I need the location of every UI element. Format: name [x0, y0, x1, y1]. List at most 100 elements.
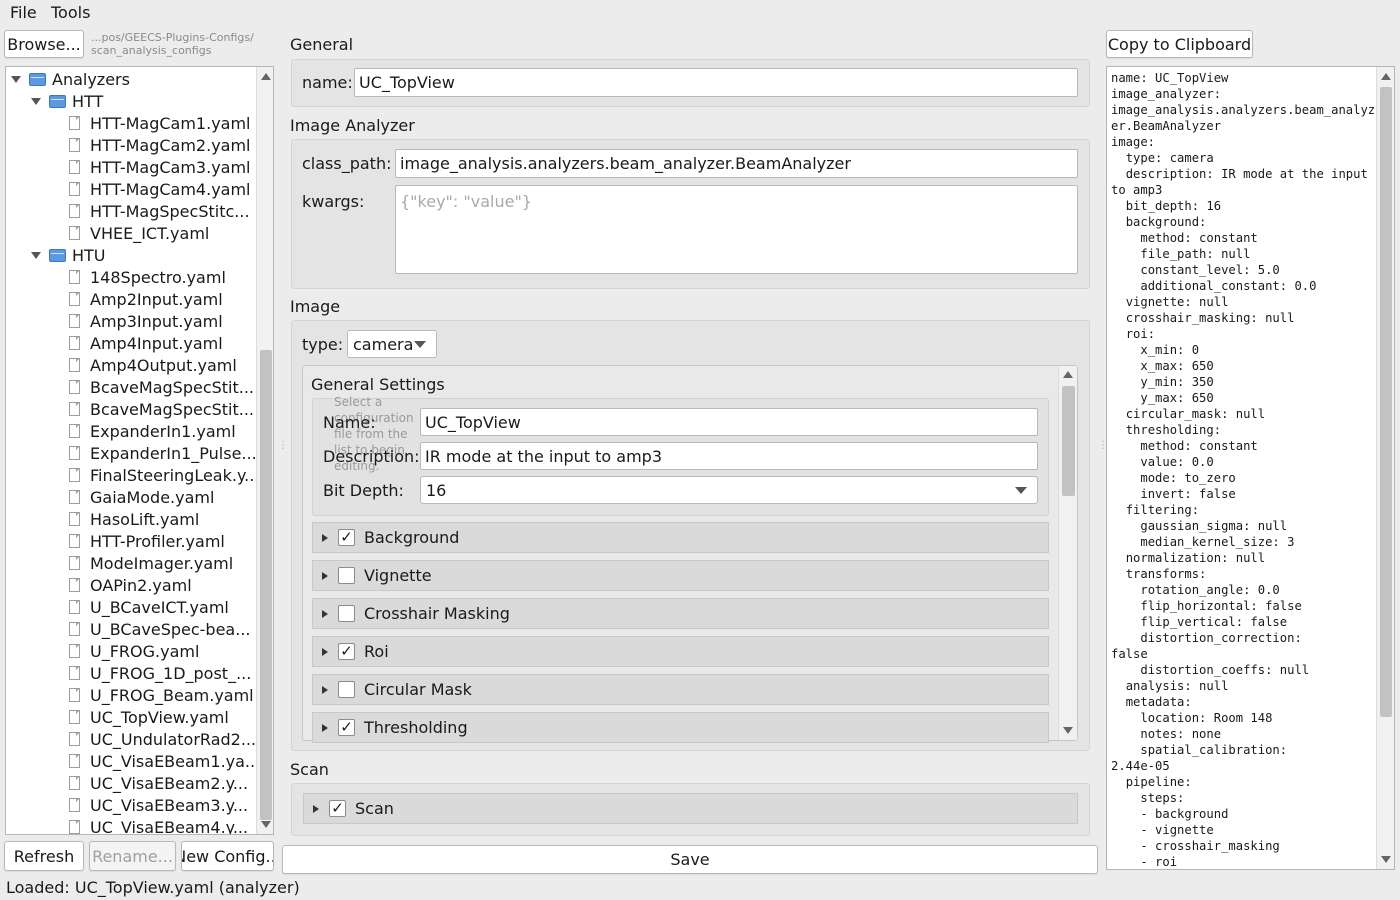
- scroll-up-icon[interactable]: [1063, 371, 1073, 378]
- expand-icon[interactable]: [322, 533, 328, 542]
- refresh-button[interactable]: Refresh: [4, 841, 84, 871]
- tree-file-item[interactable]: HTT-MagSpecStitc...: [69, 200, 250, 222]
- section-checkbox[interactable]: ✓: [338, 529, 355, 546]
- tree-file-item[interactable]: GaiaMode.yaml: [69, 486, 214, 508]
- tree-folder[interactable]: HTT: [31, 90, 103, 112]
- section-thresholding[interactable]: ✓ Thresholding: [312, 712, 1049, 743]
- menu-file[interactable]: File: [10, 3, 37, 22]
- section-roi[interactable]: ✓ Roi: [312, 636, 1049, 667]
- section-background[interactable]: ✓ Background: [312, 522, 1049, 553]
- browse-button[interactable]: Browse...: [4, 30, 84, 58]
- save-button[interactable]: Save: [282, 845, 1098, 874]
- config-tree[interactable]: Analyzers HTT HTT-MagCam1.yaml HTT-MagCam2.…: [5, 66, 274, 835]
- tree-file-item[interactable]: UC_VisaEBeam3.y...: [69, 794, 248, 816]
- scroll-thumb[interactable]: [1062, 386, 1075, 496]
- tree-item-label: UC_VisaEBeam2.y...: [90, 773, 249, 793]
- tree-file-item[interactable]: VHEE_ICT.yaml: [69, 222, 209, 244]
- tree-file-item[interactable]: ModeImager.yaml: [69, 552, 233, 574]
- expand-icon[interactable]: [322, 685, 328, 694]
- chevron-down-icon: [1015, 487, 1027, 494]
- name-input[interactable]: UC_TopView: [354, 68, 1078, 97]
- tree-item-label: UC_VisaEBeam3.y...: [90, 795, 249, 815]
- tree-file-item[interactable]: UC_VisaEBeam2.y...: [69, 772, 248, 794]
- expand-icon[interactable]: [313, 804, 319, 813]
- tree-folder[interactable]: HTU: [31, 244, 106, 266]
- yaml-scrollbar[interactable]: [1376, 67, 1394, 869]
- tree-root[interactable]: Analyzers: [11, 68, 130, 90]
- expand-icon[interactable]: [322, 609, 328, 618]
- tree-file-item[interactable]: Amp4Output.yaml: [69, 354, 237, 376]
- new-config-button[interactable]: New Config...: [181, 841, 274, 871]
- file-icon: [69, 556, 80, 570]
- tree-file-item[interactable]: U_BCaveICT.yaml: [69, 596, 229, 618]
- tree-file-item[interactable]: UC_TopView.yaml: [69, 706, 229, 728]
- scroll-down-icon[interactable]: [1380, 856, 1391, 863]
- tree-file-item[interactable]: UC_UndulatorRad2...: [69, 728, 256, 750]
- tree-file-item[interactable]: OAPin2.yaml: [69, 574, 192, 596]
- expand-arrow-icon[interactable]: [11, 75, 21, 83]
- expand-arrow-icon[interactable]: [31, 97, 41, 105]
- section-checkbox[interactable]: ✓: [338, 719, 355, 736]
- tree-file-item[interactable]: UC_VisaEBeam4.y...: [69, 816, 248, 834]
- tree-file-item[interactable]: ExpanderIn1.yaml: [69, 420, 236, 442]
- folder-icon: [29, 72, 46, 86]
- copy-to-clipboard-button[interactable]: Copy to Clipboard: [1106, 30, 1253, 58]
- scan-section[interactable]: ✓ Scan: [303, 793, 1078, 824]
- section-vignette[interactable]: Vignette: [312, 560, 1049, 591]
- tree-file-item[interactable]: U_FROG.yaml: [69, 640, 199, 662]
- settings-name-input[interactable]: UC_TopView: [420, 408, 1038, 436]
- tree-file-item[interactable]: HTT-MagCam1.yaml: [69, 112, 251, 134]
- description-input[interactable]: IR mode at the input to amp3: [420, 442, 1038, 470]
- tree-file-item[interactable]: U_FROG_1D_post_...: [69, 662, 251, 684]
- file-icon: [69, 688, 80, 702]
- tree-item-label: HTU: [72, 245, 106, 265]
- scroll-up-icon[interactable]: [260, 73, 271, 80]
- scroll-up-icon[interactable]: [1380, 73, 1391, 80]
- tree-file-item[interactable]: ExpanderIn1_Pulse...: [69, 442, 257, 464]
- yaml-preview[interactable]: name: UC_TopView image_analyzer: image_a…: [1106, 66, 1395, 870]
- expand-arrow-icon[interactable]: [31, 251, 41, 259]
- expand-icon[interactable]: [322, 647, 328, 656]
- section-crosshair-masking[interactable]: Crosshair Masking: [312, 598, 1049, 629]
- image-settings-scrollbar[interactable]: [1058, 366, 1077, 740]
- tree-item-label: OAPin2.yaml: [90, 575, 192, 595]
- tree-item-label: Amp3Input.yaml: [90, 311, 223, 331]
- section-checkbox[interactable]: [338, 567, 355, 584]
- scroll-down-icon[interactable]: [260, 821, 271, 828]
- file-icon: [69, 512, 80, 526]
- tree-file-item[interactable]: UC_VisaEBeam1.ya...: [69, 750, 260, 772]
- tree-file-item[interactable]: HTT-MagCam3.yaml: [69, 156, 251, 178]
- left-splitter-handle[interactable]: ⋮: [278, 440, 288, 451]
- section-checkbox[interactable]: [338, 605, 355, 622]
- tree-file-item[interactable]: HTT-MagCam4.yaml: [69, 178, 251, 200]
- file-icon: [69, 336, 80, 350]
- tree-file-item[interactable]: U_FROG_Beam.yaml: [69, 684, 254, 706]
- scroll-thumb[interactable]: [260, 350, 272, 820]
- class-path-input[interactable]: image_analysis.analyzers.beam_analyzer.B…: [395, 149, 1078, 178]
- section-checkbox[interactable]: [338, 681, 355, 698]
- tree-file-item[interactable]: HTT-Profiler.yaml: [69, 530, 225, 552]
- tree-file-item[interactable]: HasoLift.yaml: [69, 508, 199, 530]
- file-icon: [69, 732, 80, 746]
- scan-checkbox[interactable]: ✓: [329, 800, 346, 817]
- section-checkbox[interactable]: ✓: [338, 643, 355, 660]
- tree-file-item[interactable]: Amp2Input.yaml: [69, 288, 223, 310]
- tree-file-item[interactable]: FinalSteeringLeak.y...: [69, 464, 259, 486]
- tree-file-item[interactable]: BcaveMagSpecStit...: [69, 398, 254, 420]
- tree-scrollbar[interactable]: [256, 67, 273, 834]
- expand-icon[interactable]: [322, 571, 328, 580]
- bit-depth-select[interactable]: 16: [420, 476, 1038, 504]
- menu-tools[interactable]: Tools: [51, 3, 90, 22]
- scroll-thumb[interactable]: [1380, 87, 1392, 717]
- tree-file-item[interactable]: Amp3Input.yaml: [69, 310, 223, 332]
- tree-file-item[interactable]: BcaveMagSpecStit...: [69, 376, 254, 398]
- tree-file-item[interactable]: U_BCaveSpec-bea...: [69, 618, 250, 640]
- tree-file-item[interactable]: Amp4Input.yaml: [69, 332, 223, 354]
- type-select[interactable]: camera: [347, 330, 437, 358]
- section-circular-mask[interactable]: Circular Mask: [312, 674, 1049, 705]
- tree-file-item[interactable]: HTT-MagCam2.yaml: [69, 134, 251, 156]
- kwargs-input[interactable]: {"key": "value"}: [395, 185, 1078, 274]
- tree-file-item[interactable]: 148Spectro.yaml: [69, 266, 226, 288]
- scroll-down-icon[interactable]: [1063, 727, 1073, 734]
- expand-icon[interactable]: [322, 723, 328, 732]
